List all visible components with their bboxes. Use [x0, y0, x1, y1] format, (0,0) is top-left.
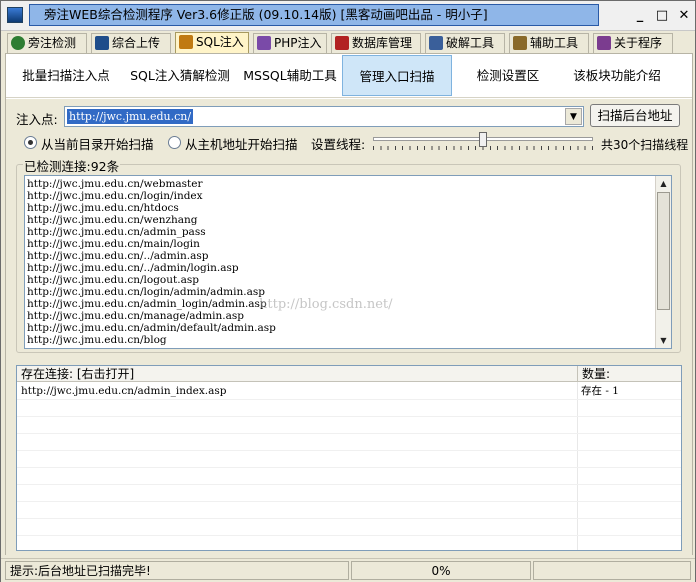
result-link: http://jwc.jmu.edu.cn/admin_index.asp — [21, 385, 227, 397]
title-bar: 旁注WEB综合检测程序 Ver3.6修正版 (09.10.14版) [黑客动画吧… — [1, 1, 695, 31]
table-row-empty — [17, 400, 681, 417]
detected-link-line: http://jwc.jmu.edu.cn/admin_pass — [27, 226, 206, 238]
tab-aux-tools[interactable]: 辅助工具 — [509, 33, 589, 53]
tab-database[interactable]: 数据库管理 — [331, 33, 421, 53]
table-row-empty — [17, 519, 681, 536]
main-window: 旁注WEB综合检测程序 Ver3.6修正版 (09.10.14版) [黑客动画吧… — [0, 0, 696, 582]
subtab-sql-guess[interactable]: SQL注入猜解检测 — [124, 55, 236, 96]
sub-tab-bar: 批量扫描注入点 SQL注入猜解检测 MSSQL辅助工具 管理入口扫描 检测设置区… — [6, 54, 692, 98]
detected-link-line: http://jwc.jmu.edu.cn/../admin.asp — [27, 250, 209, 262]
detected-link-line: http://jwc.jmu.edu.cn/webmaster — [27, 178, 203, 190]
detected-scrollbar[interactable]: ▲ ▼ — [655, 176, 671, 348]
table-row-empty — [17, 485, 681, 502]
detected-link-line: http://jwc.jmu.edu.cn/manage/admin.asp — [27, 310, 245, 322]
detected-link-line: http://jwc.jmu.edu.cn/../admin/login.asp — [27, 262, 239, 274]
watermark: http://blog.csdn.net/ — [259, 297, 393, 312]
globe-icon — [11, 36, 25, 50]
detected-link-line: http://jwc.jmu.edu.cn/wenzhang — [27, 214, 198, 226]
scroll-up-icon[interactable]: ▲ — [657, 177, 670, 190]
inject-label: 注入点: — [16, 112, 58, 127]
table-row-empty — [17, 468, 681, 485]
detected-title: 已检测连接:92条 — [23, 156, 121, 175]
subtab-intro[interactable]: 该板块功能介绍 — [562, 55, 672, 96]
radio-host-label: 从主机地址开始扫描 — [185, 137, 298, 152]
scroll-thumb[interactable] — [657, 192, 670, 310]
magnifier-icon — [179, 35, 193, 49]
chevron-down-icon[interactable]: ▼ — [565, 108, 582, 125]
tab-label: 旁注检测 — [28, 36, 77, 50]
database-icon — [335, 36, 349, 50]
detected-lines: http://jwc.jmu.edu.cn/webmaster http://jw… — [27, 178, 276, 346]
tab-upload[interactable]: 综合上传 — [91, 33, 171, 53]
subtab-settings[interactable]: 检测设置区 — [456, 55, 560, 96]
result-count: 存在 - 1 — [581, 385, 619, 397]
subtab-admin-scan[interactable]: 管理入口扫描 — [342, 55, 452, 96]
scan-admin-button[interactable]: 扫描后台地址 — [590, 104, 680, 127]
col-link-header[interactable]: 存在连接: [右击打开] — [17, 366, 577, 382]
app-icon — [7, 7, 23, 23]
tab-about[interactable]: 关于程序 — [593, 33, 673, 53]
col-count-header[interactable]: 数量: — [577, 366, 681, 382]
tab-side-detect[interactable]: 旁注检测 — [7, 33, 87, 53]
detected-link-line: http://jwc.jmu.edu.cn/blog — [27, 334, 167, 346]
detected-link-line: http://jwc.jmu.edu.cn/login/admin/admin.… — [27, 286, 265, 298]
radio-host[interactable] — [168, 136, 181, 149]
url-combobox[interactable]: http://jwc.jmu.edu.cn/ ▼ — [64, 106, 584, 127]
status-message: 提示:后台地址已扫描完毕! — [5, 561, 349, 580]
tab-sql-inject[interactable]: SQL注入 — [175, 32, 249, 54]
tab-label: 关于程序 — [614, 36, 663, 50]
page-icon — [257, 36, 271, 50]
table-row-empty — [17, 502, 681, 519]
table-row[interactable]: http://jwc.jmu.edu.cn/admin_index.asp 存在… — [17, 383, 681, 400]
radio-current-label: 从当前目录开始扫描 — [41, 137, 154, 152]
tab-crack-tools[interactable]: 破解工具 — [425, 33, 505, 53]
detected-link-line: http://jwc.jmu.edu.cn/login/index — [27, 190, 203, 202]
threads-label: 设置线程: — [311, 137, 366, 152]
radio-current-dir[interactable] — [24, 136, 37, 149]
threads-slider-thumb[interactable] — [479, 132, 487, 147]
detected-link-line: http://jwc.jmu.edu.cn/main/login — [27, 238, 200, 250]
status-progress: 0% — [351, 561, 531, 580]
keyboard-icon — [429, 36, 443, 50]
detected-link-line: http://jwc.jmu.edu.cn/admin/default/admi… — [27, 322, 276, 334]
main-tab-row: 旁注检测 综合上传 SQL注入 PHP注入 数据库管理 破解工具 辅助工具 关于… — [5, 32, 693, 54]
results-listview[interactable]: 存在连接: [右击打开] 数量: http://jwc.jmu.edu.cn/a… — [16, 365, 682, 551]
tab-label: 辅助工具 — [530, 36, 579, 50]
detected-links-textbox[interactable]: http://jwc.jmu.edu.cn/webmaster http://jw… — [24, 175, 672, 349]
close-button[interactable]: ✕ — [675, 7, 693, 25]
tab-php-inject[interactable]: PHP注入 — [253, 33, 327, 53]
table-row-empty — [17, 417, 681, 434]
chart-icon — [95, 36, 109, 50]
status-bar: 提示:后台地址已扫描完毕! 0% — [1, 558, 695, 582]
tab-label: SQL注入 — [196, 35, 244, 49]
detected-link-line: http://jwc.jmu.edu.cn/logout.asp — [27, 274, 199, 286]
table-row-empty — [17, 434, 681, 451]
tab-label: 破解工具 — [446, 36, 495, 50]
subtab-mssql-tools[interactable]: MSSQL辅助工具 — [238, 55, 342, 96]
scroll-down-icon[interactable]: ▼ — [657, 334, 670, 347]
subtab-batch-scan[interactable]: 批量扫描注入点 — [12, 55, 120, 96]
books-icon — [597, 36, 611, 50]
tab-label: 数据库管理 — [352, 36, 413, 50]
status-extra — [533, 561, 691, 580]
window-title: 旁注WEB综合检测程序 Ver3.6修正版 (09.10.14版) [黑客动画吧… — [29, 4, 599, 26]
url-value: http://jwc.jmu.edu.cn/ — [67, 109, 194, 124]
detected-link-line: http://jwc.jmu.edu.cn/admin_login/admin.… — [27, 298, 267, 310]
detected-link-line: http://jwc.jmu.edu.cn/htdocs — [27, 202, 179, 214]
minimize-button[interactable]: _ — [631, 7, 649, 25]
table-row-empty — [17, 451, 681, 468]
maximize-button[interactable]: □ — [653, 7, 671, 25]
tab-label: 综合上传 — [112, 36, 161, 50]
tab-label: PHP注入 — [274, 36, 322, 50]
threads-count-text: 共30个扫描线程 — [601, 138, 689, 152]
results-header: 存在连接: [右击打开] 数量: — [17, 366, 681, 382]
clipboard-icon — [513, 36, 527, 50]
